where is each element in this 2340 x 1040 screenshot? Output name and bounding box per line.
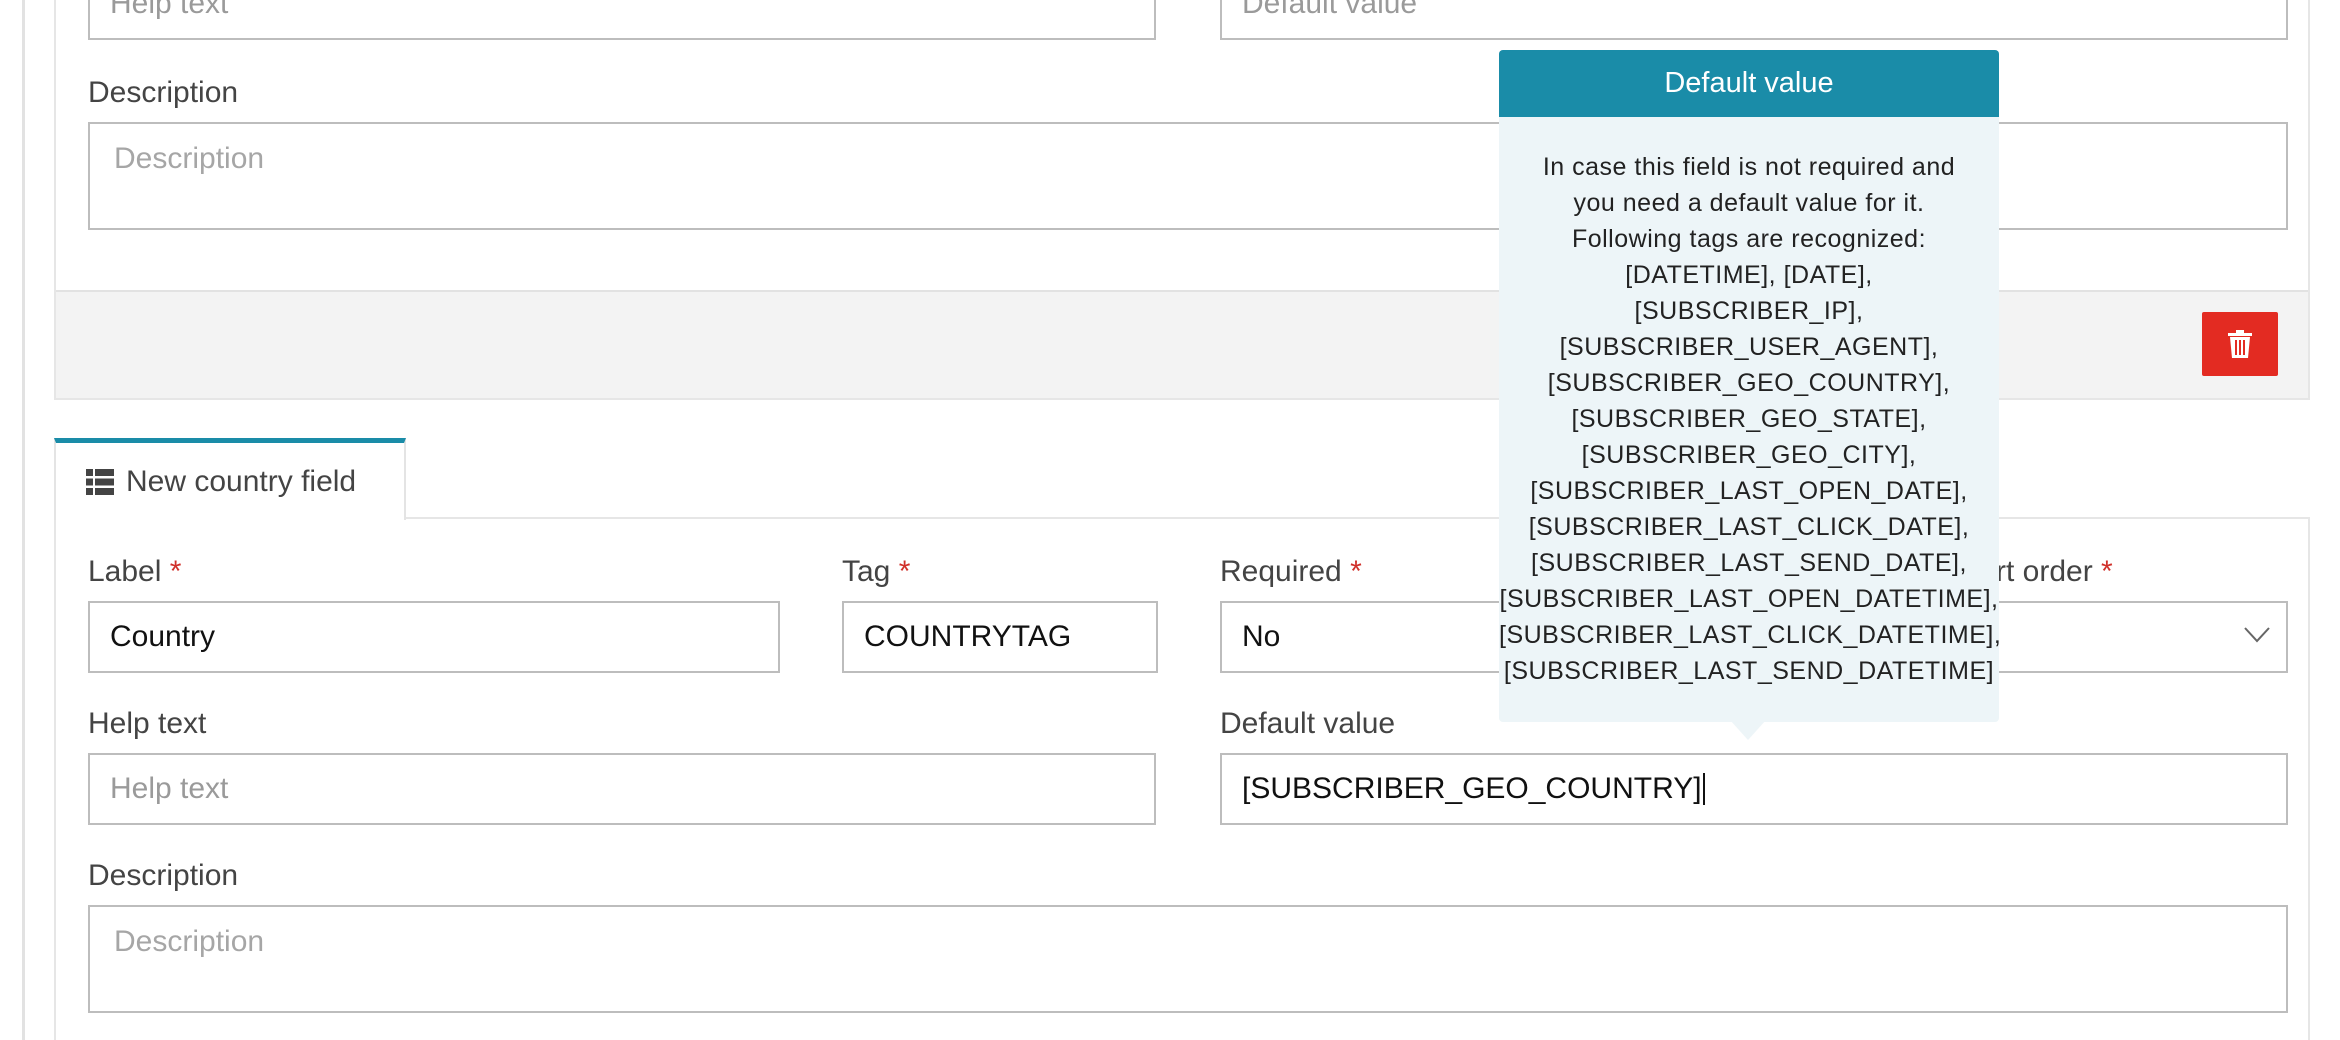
tooltip-line: [SUBSCRIBER_LAST_SEND_DATETIME]: [1503, 657, 1995, 685]
description-placeholder: Description: [114, 925, 265, 958]
trash-icon: [2228, 330, 2252, 358]
required-asterisk: *: [2101, 555, 2113, 588]
description-placeholder: Description: [114, 142, 265, 175]
help-text-label: Help text: [88, 707, 207, 740]
label-input-value: Country: [110, 620, 216, 653]
required-asterisk: *: [169, 555, 182, 588]
tag-input[interactable]: COUNTRYTAG: [842, 601, 1158, 673]
tab-new-country-field[interactable]: New country field: [54, 438, 406, 520]
delete-field-button[interactable]: [2202, 312, 2278, 376]
help-text-placeholder: Help text: [110, 772, 229, 805]
tag-field-text: Tag: [842, 555, 891, 588]
tooltip-body: In case this field is not required and y…: [1499, 117, 2002, 689]
default-value-input[interactable]: [SUBSCRIBER_GEO_COUNTRY]: [1220, 753, 2288, 825]
page-left-border: [22, 0, 25, 1040]
tab-label: New country field: [126, 464, 357, 498]
tooltip-line: [SUBSCRIBER_LAST_CLICK_DATE],: [1528, 513, 1970, 541]
tooltip-line: [DATETIME], [DATE],: [1625, 261, 1873, 289]
sort-order-field-text: rt order: [1996, 555, 2093, 588]
tooltip-line: you need a default value for it.: [1573, 189, 1925, 217]
help-text-placeholder: Help text: [110, 0, 229, 20]
description-textarea[interactable]: Description: [88, 905, 2288, 1013]
tag-input-value: COUNTRYTAG: [864, 620, 1072, 653]
description-label: Description: [88, 76, 239, 109]
default-value-label: Default value: [1220, 707, 1396, 740]
default-value-text: [SUBSCRIBER_GEO_COUNTRY]: [1242, 772, 1702, 805]
chevron-down-icon: [2244, 627, 2270, 643]
tooltip-line: [SUBSCRIBER_LAST_OPEN_DATE],: [1530, 477, 1968, 505]
tooltip-title: Default value: [1499, 50, 1999, 117]
text-cursor: [1702, 773, 1705, 805]
required-asterisk: *: [898, 555, 911, 588]
required-asterisk: *: [1350, 555, 1362, 588]
sort-order-field-label: rt order *: [1996, 555, 2113, 589]
default-value-tooltip: Default value In case this field is not …: [1499, 50, 2002, 722]
tooltip-line: [SUBSCRIBER_GEO_STATE],: [1571, 405, 1927, 433]
tooltip-line: [SUBSCRIBER_IP],: [1634, 297, 1864, 325]
tooltip-line: [SUBSCRIBER_LAST_SEND_DATE],: [1531, 549, 1967, 577]
sort-order-select[interactable]: [1996, 601, 2288, 673]
default-value-input[interactable]: Default value: [1220, 0, 2288, 40]
required-field-label: Required *: [1220, 555, 1362, 589]
label-input[interactable]: Country: [88, 601, 780, 673]
tooltip-line: [SUBSCRIBER_GEO_COUNTRY],: [1547, 369, 1951, 397]
tooltip-line: [SUBSCRIBER_LAST_CLICK_DATETIME],: [1499, 621, 2002, 649]
tooltip-line: In case this field is not required and: [1542, 153, 1956, 181]
help-text-input[interactable]: Help text: [88, 0, 1156, 40]
tooltip-line: [SUBSCRIBER_USER_AGENT],: [1559, 333, 1939, 361]
label-field-label: Label *: [88, 555, 181, 589]
tooltip-line: [SUBSCRIBER_GEO_CITY],: [1581, 441, 1917, 469]
default-value-placeholder: Default value: [1242, 0, 1418, 20]
required-field-text: Required: [1220, 555, 1342, 588]
tooltip-pointer: [1730, 720, 1766, 740]
label-field-text: Label: [88, 555, 162, 588]
tooltip-line: Following tags are recognized:: [1571, 225, 1927, 253]
tooltip-line: [SUBSCRIBER_LAST_OPEN_DATETIME],: [1499, 585, 1999, 613]
tag-field-label: Tag *: [842, 555, 910, 589]
description-label: Description: [88, 859, 239, 892]
required-select-value: No: [1242, 620, 1281, 653]
help-text-input[interactable]: Help text: [88, 753, 1156, 825]
list-icon: [86, 468, 114, 495]
